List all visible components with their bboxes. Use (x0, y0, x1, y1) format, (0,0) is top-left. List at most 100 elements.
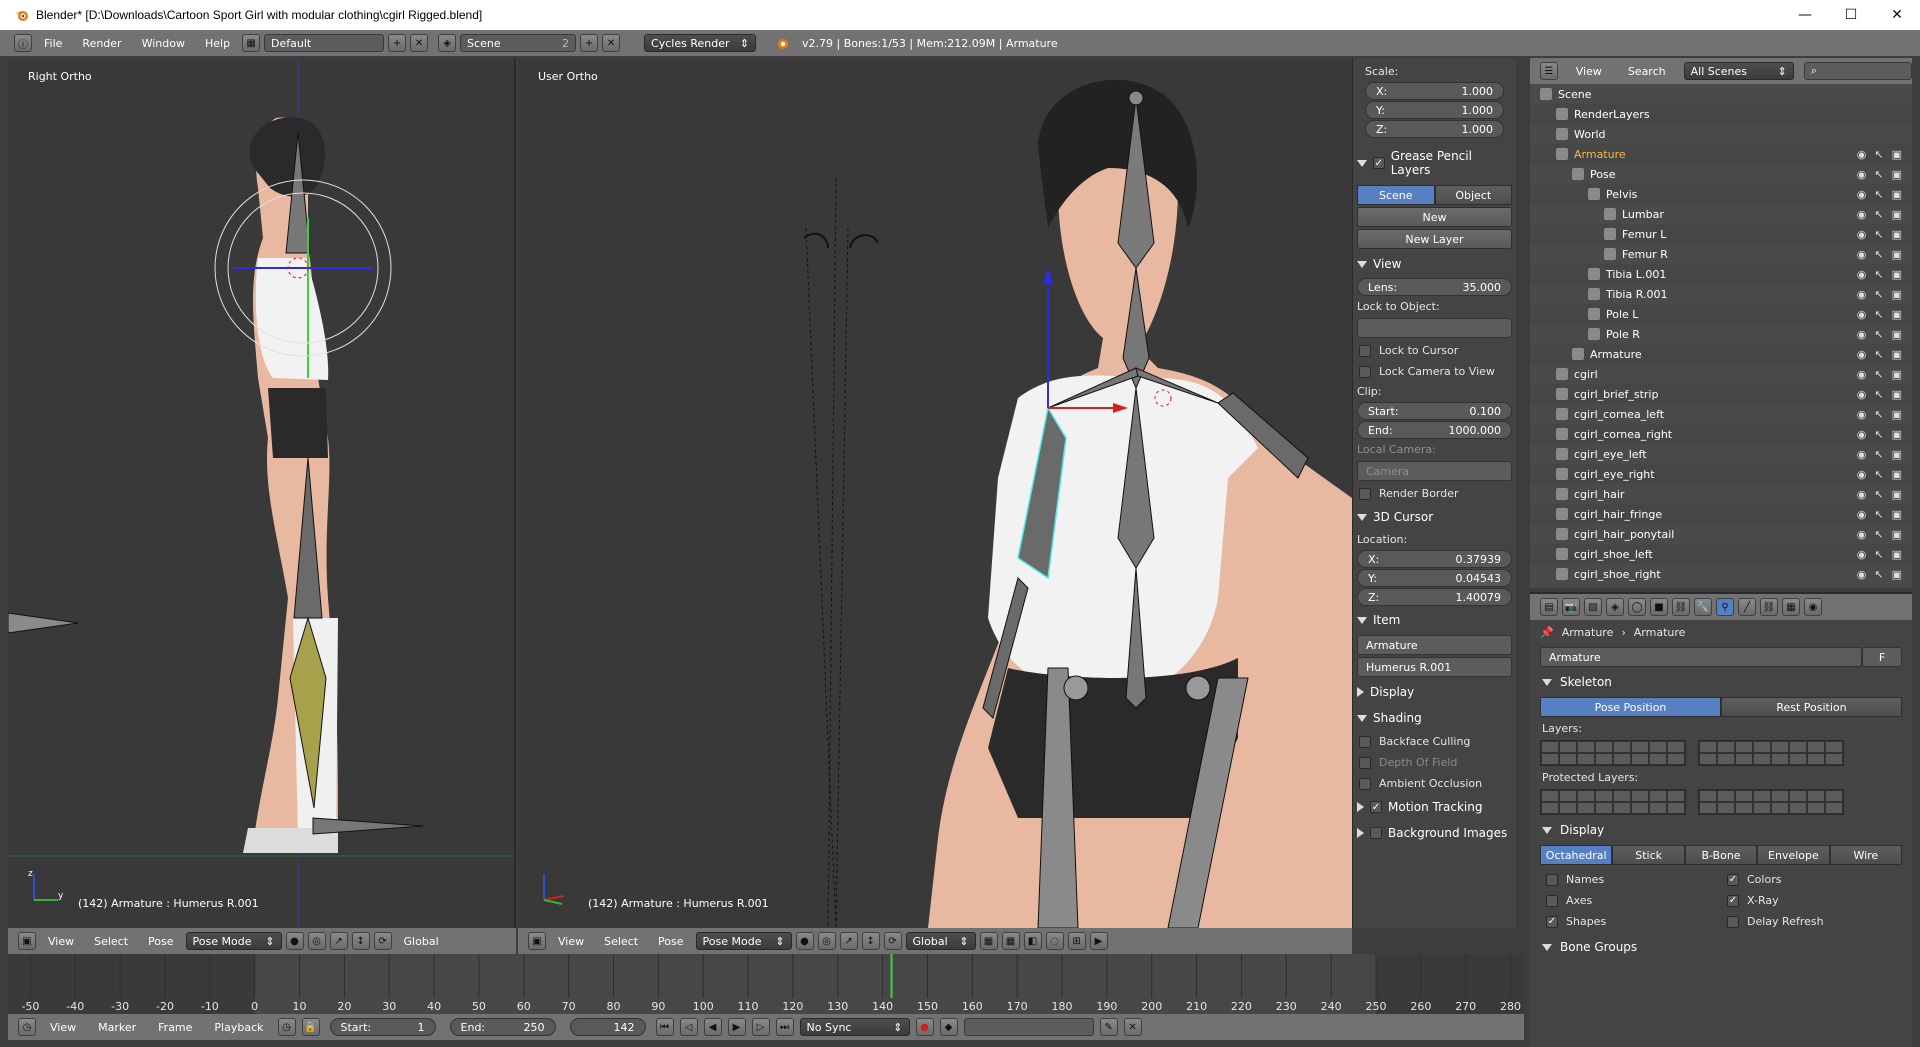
select-arrow-icon[interactable]: ↖ (1874, 348, 1883, 361)
xray-checkbox[interactable]: ✓ X-Ray (1721, 890, 1902, 911)
new-layer-button[interactable]: New Layer (1357, 229, 1512, 249)
layout-grid-icon[interactable]: ▦ (242, 34, 261, 52)
item-panel-header[interactable]: Item (1353, 607, 1516, 633)
select-arrow-icon[interactable]: ↖ (1874, 428, 1883, 441)
render-toggle-icon[interactable]: ▣ (1892, 168, 1902, 181)
fake-user-button[interactable]: F (1862, 647, 1902, 667)
render-icon[interactable]: ▶ (1089, 932, 1108, 950)
visibility-controls[interactable]: ◉ ↖ ▣ (1857, 368, 1902, 381)
close-button[interactable]: ✕ (1874, 0, 1920, 30)
armature-datablock-field[interactable]: Armature (1540, 647, 1862, 667)
world-tab-icon[interactable]: ◯ (1628, 598, 1646, 616)
cursor-z-field[interactable]: Z: 1.40079 (1357, 588, 1512, 606)
start-frame-field[interactable]: Start: 1 (329, 1018, 436, 1036)
visibility-controls[interactable]: ◉ ↖ ▣ (1857, 408, 1902, 421)
select-arrow-icon[interactable]: ↖ (1874, 168, 1883, 181)
eye-icon[interactable]: ◉ (1857, 548, 1867, 561)
visibility-controls[interactable]: ◉ ↖ ▣ (1857, 488, 1902, 501)
render-toggle-icon[interactable]: ▣ (1892, 548, 1902, 561)
eye-icon[interactable]: ◉ (1857, 248, 1867, 261)
select-arrow-icon[interactable]: ↖ (1874, 468, 1883, 481)
outliner-row[interactable]: Tibia R.001 ◉ ↖ ▣ (1530, 284, 1912, 304)
layer-grid-icon[interactable]: ▦ (1001, 932, 1020, 950)
menu-view[interactable]: View (40, 935, 82, 948)
eye-icon[interactable]: ◉ (1857, 348, 1867, 361)
outliner-row[interactable]: World (1530, 124, 1912, 144)
outliner-row[interactable]: cgirl_eye_left ◉ ↖ ▣ (1530, 444, 1912, 464)
timeline-ruler[interactable]: -50 -40 -30 -20 -10 0 10 20 30 40 50 60 70 80 90 100 110… (8, 954, 1524, 1014)
select-arrow-icon[interactable]: ↖ (1874, 568, 1883, 581)
outliner-row[interactable]: Armature ◉ ↖ ▣ (1530, 344, 1912, 364)
rest-position-button[interactable]: Rest Position (1721, 697, 1902, 717)
shading-panel-header[interactable]: Shading (1353, 705, 1516, 731)
eye-icon[interactable]: ◉ (1857, 368, 1867, 381)
timeline[interactable]: -50 -40 -30 -20 -10 0 10 20 30 40 50 60 70 80 90 100 110… (8, 954, 1524, 1014)
editor-type-properties-icon[interactable]: ▤ (1540, 598, 1558, 616)
background-images-panel-header[interactable]: Background Images (1353, 820, 1516, 846)
scale-y-field[interactable]: Y: 1.000 (1365, 101, 1504, 119)
pose-position-button[interactable]: Pose Position (1540, 697, 1721, 717)
eye-icon[interactable]: ◉ (1857, 148, 1867, 161)
outliner-row[interactable]: Tibia L.001 ◉ ↖ ▣ (1530, 264, 1912, 284)
translate-icon[interactable]: ↕ (351, 932, 370, 950)
maximize-button[interactable]: ☐ (1828, 0, 1874, 30)
backface-culling-checkbox[interactable]: Backface Culling (1353, 731, 1516, 752)
render-toggle-icon[interactable]: ▣ (1892, 188, 1902, 201)
eye-icon[interactable]: ◉ (1857, 428, 1867, 441)
visibility-controls[interactable]: ◉ ↖ ▣ (1857, 388, 1902, 401)
visibility-controls[interactable]: ◉ ↖ ▣ (1857, 248, 1902, 261)
render-toggle-icon[interactable]: ▣ (1892, 148, 1902, 161)
prev-keyframe-icon[interactable]: ◁ (679, 1018, 698, 1036)
depth-of-field-checkbox[interactable]: Depth Of Field (1353, 752, 1516, 773)
layers-grid[interactable] (1530, 738, 1912, 768)
protected-layers-grid[interactable] (1530, 787, 1912, 817)
orientation-select[interactable]: Global (396, 935, 447, 948)
eye-icon[interactable]: ◉ (1857, 268, 1867, 281)
select-arrow-icon[interactable]: ↖ (1874, 388, 1883, 401)
menu-help[interactable]: Help (197, 37, 238, 50)
mode-select[interactable]: Pose Mode ⇕ (185, 932, 282, 950)
visibility-controls[interactable]: ◉ ↖ ▣ (1857, 288, 1902, 301)
outliner-row[interactable]: cgirl_hair_ponytail ◉ ↖ ▣ (1530, 524, 1912, 544)
outliner-row[interactable]: RenderLayers (1530, 104, 1912, 124)
eye-icon[interactable]: ◉ (1857, 568, 1867, 581)
render-toggle-icon[interactable]: ▣ (1892, 488, 1902, 501)
scene-selector[interactable]: Scene 2 (460, 34, 577, 52)
display-octahedral-button[interactable]: Octahedral (1540, 845, 1613, 865)
scene-tab-icon[interactable]: ◈ (1606, 598, 1624, 616)
render-toggle-icon[interactable]: ▣ (1892, 268, 1902, 281)
outliner-row[interactable]: Scene (1530, 84, 1912, 104)
record-icon[interactable]: ● (915, 1018, 934, 1036)
eye-icon[interactable]: ◉ (1857, 488, 1867, 501)
pin-icon[interactable]: 📌 (1540, 626, 1554, 639)
grease-pencil-panel-header[interactable]: ✓ Grease Pencil Layers (1353, 143, 1516, 183)
layout-selector[interactable]: Default (264, 34, 385, 52)
orientation-select[interactable]: Global ⇕ (905, 932, 976, 950)
render-toggle-icon[interactable]: ▣ (1892, 468, 1902, 481)
new-grease-pencil-button[interactable]: New (1357, 207, 1512, 227)
render-toggle-icon[interactable]: ▣ (1892, 208, 1902, 221)
select-arrow-icon[interactable]: ↖ (1874, 288, 1883, 301)
ambient-occlusion-checkbox[interactable]: Ambient Occlusion (1353, 773, 1516, 794)
select-arrow-icon[interactable]: ↖ (1874, 268, 1883, 281)
select-arrow-icon[interactable]: ↖ (1874, 508, 1883, 521)
visibility-controls[interactable]: ◉ ↖ ▣ (1857, 348, 1902, 361)
outliner-row[interactable]: cgirl_shoe_right ◉ ↖ ▣ (1530, 564, 1912, 584)
outliner-row[interactable]: cgirl_eye_right ◉ ↖ ▣ (1530, 464, 1912, 484)
motion-tracking-panel-header[interactable]: ✓ Motion Tracking (1353, 794, 1516, 820)
eye-icon[interactable]: ◉ (1857, 388, 1867, 401)
render-toggle-icon[interactable]: ▣ (1892, 428, 1902, 441)
object-tab-icon[interactable]: ■ (1650, 598, 1668, 616)
visibility-controls[interactable]: ◉ ↖ ▣ (1857, 468, 1902, 481)
display-envelope-button[interactable]: Envelope (1757, 845, 1830, 865)
visibility-controls[interactable]: ◉ ↖ ▣ (1857, 548, 1902, 561)
clip-start-field[interactable]: Start: 0.100 (1357, 402, 1512, 420)
render-toggle-icon[interactable]: ▣ (1892, 408, 1902, 421)
render-tab-icon[interactable]: 📷 (1562, 598, 1580, 616)
bone-constraint-tab-icon[interactable]: ⛓ (1760, 598, 1778, 616)
render-toggle-icon[interactable]: ▣ (1892, 368, 1902, 381)
eye-icon[interactable]: ◉ (1857, 508, 1867, 521)
menu-marker[interactable]: Marker (90, 1021, 144, 1034)
outliner-row[interactable]: cgirl ◉ ↖ ▣ (1530, 364, 1912, 384)
menu-select[interactable]: Select (596, 935, 646, 948)
